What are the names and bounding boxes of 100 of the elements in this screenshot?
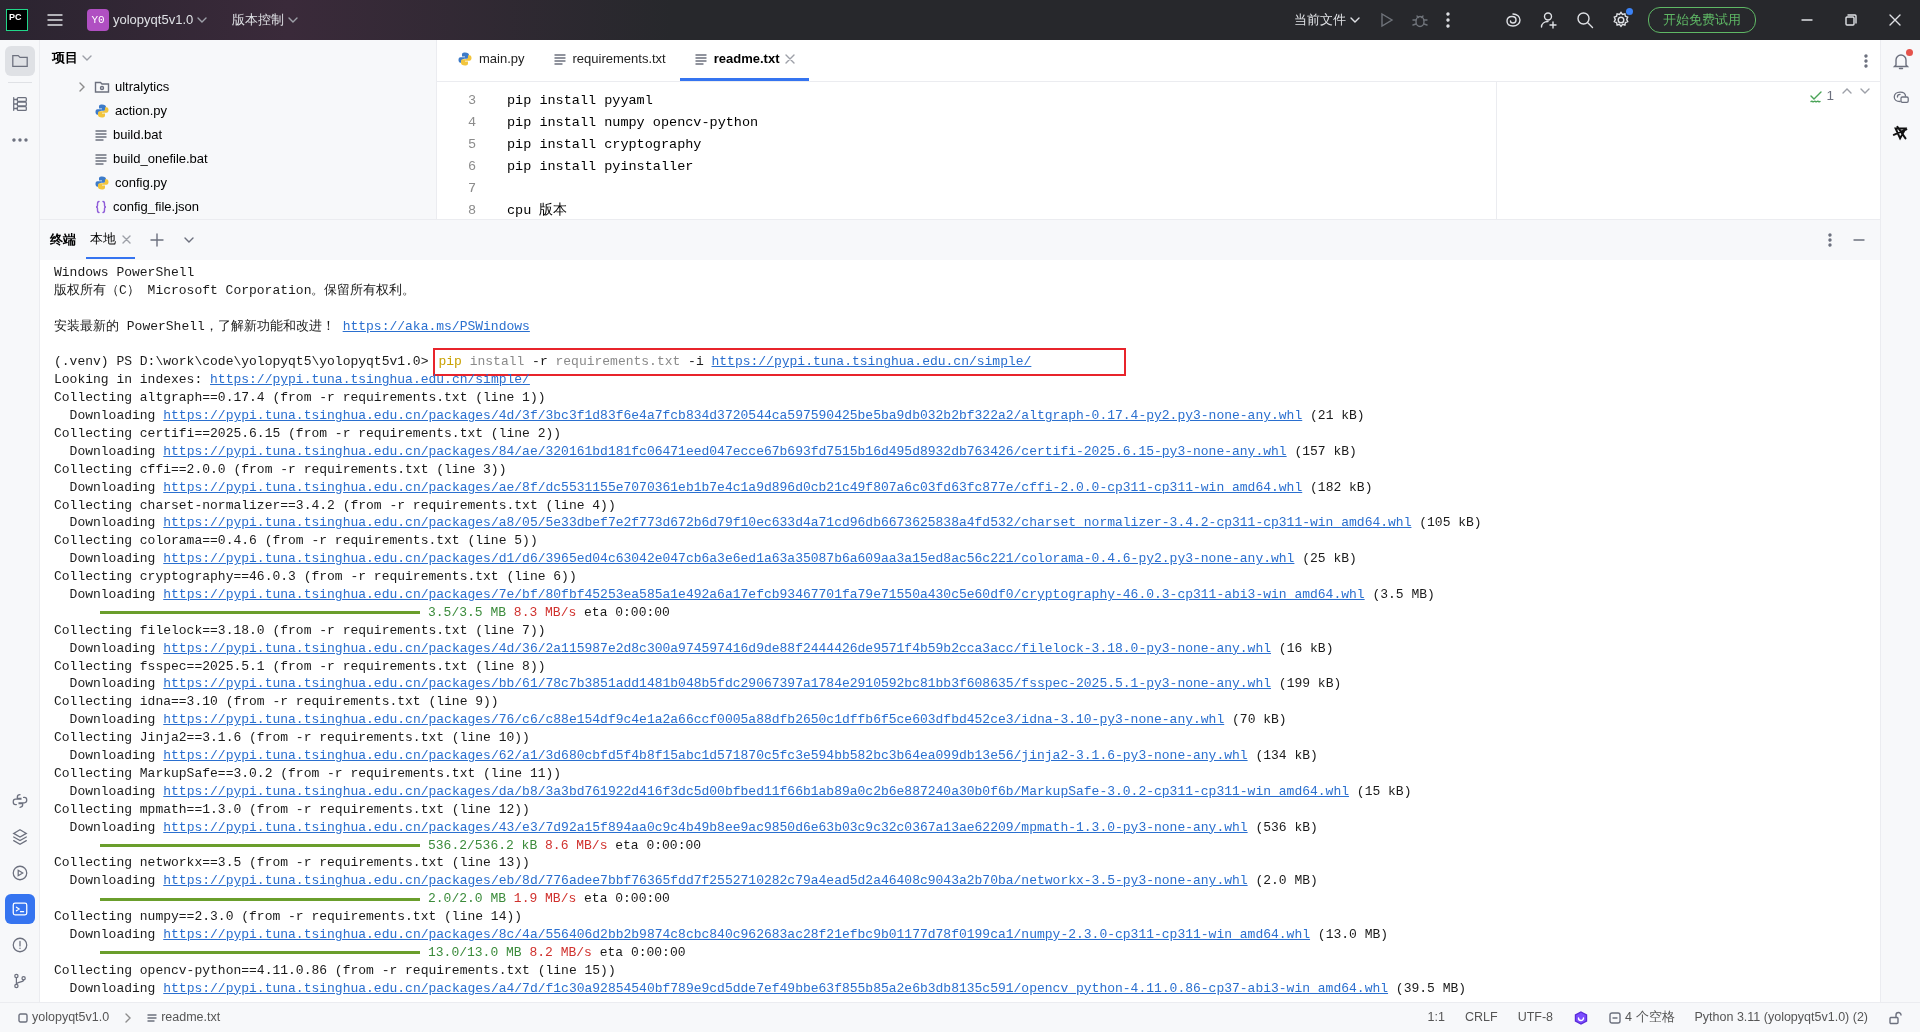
run-config-selector[interactable]: 当前文件: [1287, 6, 1366, 34]
menu-icon: [45, 11, 64, 29]
link[interactable]: https://pypi.tuna.tsinghua.edu.cn/simple/: [210, 371, 530, 390]
code-line: pip install cryptography: [507, 137, 702, 152]
terminal-line: Collecting certifi==2025.6.15 (from -r requirements.txt (line 2)): [54, 425, 562, 443]
unlock-icon: [1888, 1010, 1902, 1025]
progress-amount: 2.0/2.0 MB: [428, 890, 506, 909]
python-file-icon: [457, 51, 473, 67]
terminal-line: Collecting MarkupSafe==3.0.2 (from -r requirements.txt (line 11)): [54, 764, 562, 783]
file-size: (25 kB): [1302, 550, 1357, 569]
link[interactable]: https://pypi.tuna.tsinghua.edu.cn/packages/84/ae/320161bd181fc06471eed047ecce67b693fd7515b16d495d8932db763426/certifi-2025.6.15-py3-none-any.whl: [163, 442, 1287, 461]
terminal-line: Collecting cffi==2.0.0 (from -r requirements.txt (line 3)): [54, 460, 507, 479]
file-size: (105 kB): [1419, 514, 1482, 533]
caret-position[interactable]: 1:1: [1421, 1006, 1451, 1029]
bell-icon: [1891, 52, 1910, 70]
link[interactable]: https://aka.ms/PSWindows: [342, 317, 530, 336]
terminal-line: 版权所有（C） Microsoft Corporation。保留所有权利。: [54, 281, 416, 300]
link[interactable]: https://pypi.tuna.tsinghua.edu.cn/packages/4d/3f/3bc3f1d83f6e4a7fcb834d3720544ca597590425be5ba9db032b2bf322a2/altgraph-0.17.4-py2.py3-none-any.whl: [163, 407, 1303, 426]
terminal-text: Downloading: [68, 639, 156, 658]
tree-item[interactable]: ultralytics: [70, 75, 436, 99]
link[interactable]: https://pypi.tuna.tsinghua.edu.cn/packages/76/c6/c88e154df9c4e1a2a66ccf0005a88dfb2650c1dffb6f5ce603dfbd452ce3/idna-3.10-py3-none-any.whl: [163, 711, 1225, 730]
link[interactable]: https://pypi.tuna.tsinghua.edu.cn/packages/8c/4a/556406d2bb2b9874c8cbc840c962683ac28f21efbc9b01177d78f0199ca1/numpy-2.3.0-cp311-cp311-win_amd64.whl: [163, 925, 1311, 944]
link[interactable]: https://pypi.tuna.tsinghua.edu.cn/packages/ae/8f/dc5531155e7070361eb1b7e4c1a9d896d0cb21c49f807a6c03fd63fc877e/cffi-2.0.0-cp311-cp311-win_amd64.whl: [163, 478, 1303, 497]
more-vertical-icon: [1827, 232, 1833, 248]
python-file-icon: [94, 175, 110, 191]
structure-icon: [10, 94, 29, 114]
link[interactable]: https://pypi.tuna.tsinghua.edu.cn/packages/43/e3/7d92a15f894aa0c9c4b49b8ee9ac9850d6e63b03c9c32c0367a13ae62209/mpmath-1.3.0-py3-none-any.whl: [163, 818, 1248, 837]
caret-icon: [1349, 15, 1360, 25]
app-logo: PC: [6, 9, 28, 31]
eta-text: eta 0:00:00: [584, 890, 670, 909]
link[interactable]: https://pypi.tuna.tsinghua.edu.cn/packages/d1/d6/3965ed04c63042e047cb6a3e6ed1a63a35087b6a609aa3a15ed8ac56c221/colorama-0.4.6-py2.py3-none-any.whl: [163, 550, 1295, 569]
link[interactable]: https://pypi.tuna.tsinghua.edu.cn/packages/7e/bf/80fbf45253ea585a1e492a6a17efcb93467701fa79e71550a430c5e60df0/cryptography-46.0.3-cp311-abi3-win_amd64.whl: [163, 586, 1365, 604]
tree-item[interactable]: action.py: [70, 99, 436, 123]
breadcrumb[interactable]: yolopyqt5v1.0: [12, 1006, 116, 1029]
prompt: (.venv) PS D:\work\code\yolopyqt5\yolopyqt5v1.0>: [54, 353, 429, 372]
terminal-line: Collecting idna==3.10 (from -r requirements.txt (line 9)): [54, 693, 499, 712]
caret-icon: [287, 15, 298, 25]
link[interactable]: https://pypi.tuna.tsinghua.edu.cn/packages/eb/8d/776adee7bbf76365fdd7f2552710282c79a4ead5d2a46408c9043a2b70ba/networkx-3.5-py3-none-any.whl: [163, 872, 1248, 891]
vcs-menu[interactable]: 版本控制: [225, 6, 304, 34]
python-file-icon: [94, 103, 110, 119]
inspection-status[interactable]: 1: [1809, 86, 1834, 107]
command-token: -i: [688, 353, 704, 372]
line-number: 8: [467, 203, 477, 218]
terminal-line: Collecting numpy==2.3.0 (from -r requirements.txt (line 14)): [54, 908, 523, 926]
interpreter-selector[interactable]: Python 3.11 (yolopyqt5v1.0) (2): [1688, 1006, 1874, 1029]
eta-text: eta 0:00:00: [615, 836, 702, 855]
editor-tab[interactable]: requirements.txt: [538, 40, 680, 81]
triangle-knot-icon: [1891, 123, 1910, 143]
terminal-line: Collecting cryptography==46.0.3 (from -r requirements.txt (line 6)): [54, 568, 577, 587]
text-file-icon: [552, 52, 567, 66]
link[interactable]: https://pypi.tuna.tsinghua.edu.cn/packages/a8/05/5e33dbef7e2f773d672b6d79f10ec633d4a71cd96db6673625838a4fd532/charset_normalizer-3.4.2-cp311-cp311-win_amd64.whl: [163, 514, 1412, 533]
code-line: pip install numpy opencv-python: [507, 115, 759, 130]
terminal-line: Collecting filelock==3.18.0 (from -r requirements.txt (line 7)): [54, 621, 546, 640]
link[interactable]: https://pypi.tuna.tsinghua.edu.cn/packages/62/a1/3d680cbfd5f4b8f15abc1d571870c5fc3e594bb582bc3b64ea099db13e56/jinja2-3.1.6-py3-none-any.whl: [163, 747, 1248, 765]
terminal-line: Collecting opencv-python==4.11.0.86 (from -r requirements.txt (line 15)): [54, 961, 616, 980]
terminal-tab[interactable]: 本地: [86, 221, 135, 259]
breadcrumb[interactable]: readme.txt: [141, 1006, 227, 1029]
line-number: 6: [467, 159, 477, 174]
terminal-text: Downloading: [68, 550, 156, 569]
terminal-text: Downloading: [68, 925, 156, 944]
link[interactable]: https://pypi.tuna.tsinghua.edu.cn/packages/bb/61/78c7b3851add1481b048b5fdc29067397a1784e2910592bc81bb3f608635/fsspec-2025.5.1-py3-none-any.whl: [163, 675, 1271, 694]
code-line: pip install pyyaml: [507, 93, 653, 108]
tree-item[interactable]: build.bat: [70, 123, 436, 147]
editor-tab[interactable]: main.py: [443, 40, 539, 81]
file-size: (182 kB): [1310, 478, 1373, 497]
plus-icon: [150, 233, 164, 247]
link[interactable]: https://pypi.tuna.tsinghua.edu.cn/packages/da/b8/3a3bd761922d416f3dc5d00bfbed11f66b1ab89a0c2b6e887240a30b0f6b/MarkupSafe-3.0.2-cp311-cp311-win_amd64.whl: [163, 782, 1350, 801]
project-selector[interactable]: Y0 yolopyqt5v1.0: [81, 5, 214, 35]
tree-item[interactable]: config.py: [70, 171, 436, 195]
layers-icon: [10, 827, 29, 847]
terminal-text: Downloading: [68, 979, 156, 998]
link[interactable]: https://pypi.tuna.tsinghua.edu.cn/simple/: [711, 353, 1032, 372]
editor-tab[interactable]: readme.txt: [679, 40, 810, 81]
indent-setting[interactable]: 4 个空格: [1603, 1006, 1681, 1029]
tree-item[interactable]: build_onefile.bat: [70, 147, 436, 171]
text-file-icon: [94, 152, 108, 166]
play-circle-icon: [10, 863, 29, 883]
tool-window-button[interactable]: [4, 46, 35, 76]
line-separator[interactable]: CRLF: [1459, 1006, 1504, 1029]
file-encoding[interactable]: UTF-8: [1511, 1006, 1560, 1029]
download-speed: 8.6 MB/s: [545, 836, 608, 855]
spiral-icon: [1573, 1009, 1590, 1026]
free-trial-button[interactable]: 开始免费试用: [1648, 7, 1756, 33]
terminal-text: Downloading: [68, 675, 156, 694]
link[interactable]: https://pypi.tuna.tsinghua.edu.cn/packages/4d/36/2a115987e2d8c300a974597416d9de88f2444426de9571f4b59b2cca3acc/filelock-3.18.0-py3-none-any.whl: [163, 639, 1271, 658]
terminal-text: Downloading: [68, 818, 156, 837]
chevron-icon: [77, 82, 87, 92]
code-line: pip install pyinstaller: [507, 159, 694, 174]
link[interactable]: https://pypi.tuna.tsinghua.edu.cn/packages/a4/7d/f1c30a92854540bf789e9cd5dde7ef49bbe63f855b85a2e6b3db8135c591/opencv_python-4.11.0.86-cp37-abi3-win_amd64.whl: [163, 979, 1389, 998]
search-icon: [1574, 10, 1595, 30]
chevron-up-icon: [1842, 86, 1852, 96]
line-number: 3: [467, 93, 477, 108]
more-vertical-icon: [1444, 11, 1451, 29]
file-size: (536 kB): [1255, 818, 1318, 837]
download-speed: 1.9 MB/s: [513, 890, 577, 909]
python-console-icon: [10, 791, 29, 811]
tool-window-button[interactable]: [4, 894, 35, 924]
file-size: (16 kB): [1278, 639, 1334, 658]
tree-item[interactable]: config_file.json: [70, 195, 436, 219]
file-size: (2.0 MB): [1255, 872, 1318, 891]
